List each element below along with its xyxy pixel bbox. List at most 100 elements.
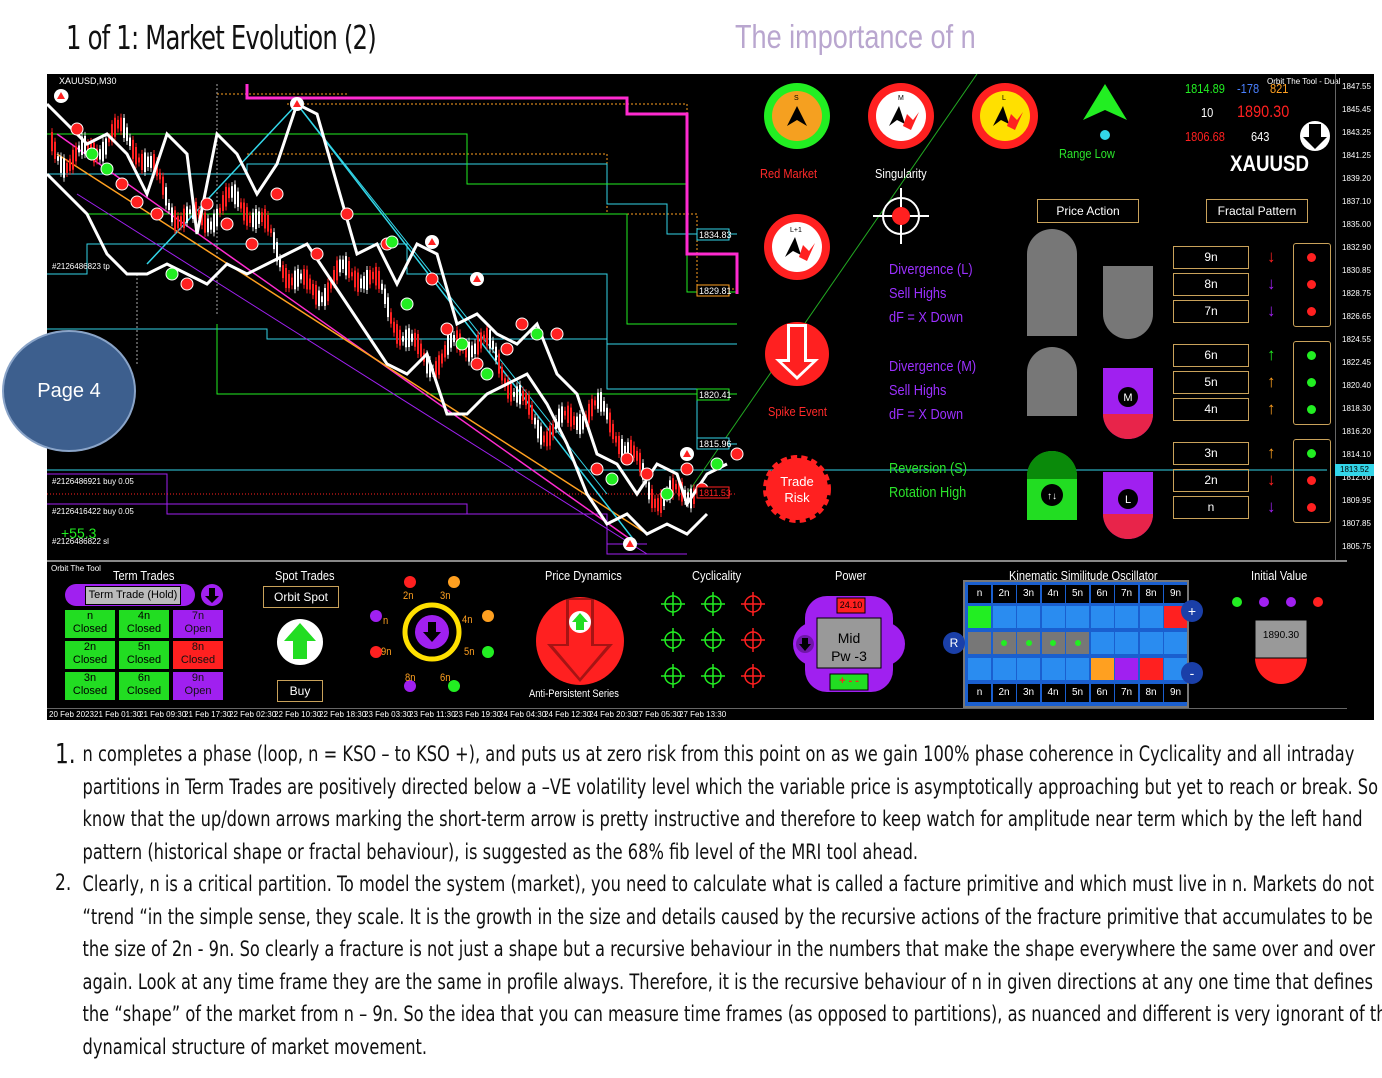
price-tick: 1814.10 — [1342, 450, 1371, 459]
price-tick: 1826.65 — [1342, 312, 1371, 321]
dial-label-2n: 2n — [403, 590, 414, 602]
price-tick: 1820.40 — [1342, 381, 1371, 390]
candle — [348, 260, 350, 278]
term-trade-status: Closed — [126, 623, 162, 635]
trading-platform-window[interactable]: 1834.83 1829.81 1820.41 1815.96 1811.53 … — [47, 74, 1374, 720]
price-scale[interactable]: 1847.55 1845.45 1843.25 1841.25 1839.20 1837.… — [1335, 74, 1374, 560]
candle — [183, 208, 185, 229]
term-trades-grid[interactable]: n Closed 4n Closed 7n Open 2n Closed 5n Closed 8n C… — [65, 610, 225, 700]
term-trade-cell[interactable]: 5n Closed — [119, 641, 169, 669]
price-tick: 1822.45 — [1342, 358, 1371, 367]
kso-cell[interactable] — [1164, 632, 1187, 654]
signal-marker — [680, 462, 694, 476]
candle — [378, 270, 380, 289]
price-dynamics-title: Price Dynamics — [545, 568, 622, 583]
price-action-button[interactable]: Price Action — [1037, 199, 1139, 223]
candle — [114, 117, 116, 137]
candle — [243, 202, 245, 221]
signal-marker — [515, 317, 529, 331]
time-tick: 24 Feb 12:30 — [544, 710, 592, 719]
signal-marker — [530, 327, 544, 341]
term-trade-cell[interactable]: 9n Open — [173, 672, 223, 700]
kso-cell[interactable] — [1090, 606, 1114, 628]
time-axis: 20 Feb 2023 21 Feb 01:30 21 Feb 09:30 21 Fe… — [47, 708, 1347, 720]
term-trade-down-icon[interactable] — [201, 584, 223, 606]
candle — [69, 158, 71, 171]
candle — [543, 435, 545, 443]
l-plus-1-circle-icon: L+1 — [764, 214, 830, 280]
kso-cell[interactable] — [968, 606, 991, 628]
term-trade-cell[interactable]: n Closed — [65, 610, 115, 638]
term-trade-status: Open — [184, 685, 212, 697]
spot-up-arrow-icon[interactable] — [275, 617, 325, 667]
signal-marker — [400, 297, 414, 311]
bottom-dashboard: Orbit The Tool Term Trades Term Trade (H… — [47, 560, 1347, 710]
kso-minus-button[interactable]: - — [1181, 662, 1203, 684]
trade-risk-gear-icon: Trade Risk — [763, 455, 831, 523]
candle — [120, 117, 122, 132]
kso-cell[interactable] — [1017, 632, 1040, 654]
candle — [411, 333, 413, 342]
kso-cell[interactable] — [1139, 606, 1163, 628]
term-trades-title: Term Trades — [113, 568, 175, 583]
partition-dial[interactable] — [362, 570, 502, 700]
kso-cell[interactable] — [1041, 606, 1065, 628]
term-trade-status: Closed — [126, 654, 162, 666]
kso-cell[interactable] — [968, 632, 991, 654]
term-trade-cell[interactable]: 7n Open — [173, 610, 223, 638]
order-label: #2126486921 buy 0.05 — [52, 477, 134, 486]
term-trade-mode-button[interactable]: Term Trade (Hold) — [85, 586, 181, 605]
candle — [165, 187, 167, 206]
kso-cell[interactable] — [1090, 658, 1114, 680]
candle — [534, 417, 536, 425]
page-badge[interactable]: Page 4 — [2, 330, 136, 452]
kso-cell[interactable] — [1115, 606, 1138, 628]
candle — [75, 146, 77, 162]
kso-cell[interactable] — [1017, 658, 1040, 680]
s-circle-icon: S — [764, 83, 830, 149]
candle — [315, 284, 317, 305]
candle — [603, 401, 605, 412]
term-trade-partition: n — [86, 610, 94, 622]
term-trade-mode-toggle[interactable]: Term Trade (Hold) — [65, 584, 195, 606]
fractal-pattern-button[interactable]: Fractal Pattern — [1206, 199, 1308, 223]
term-trade-cell[interactable]: 8n Closed — [173, 641, 223, 669]
kso-cell[interactable] — [1139, 658, 1163, 680]
term-trade-cell[interactable]: 4n Closed — [119, 610, 169, 638]
candle — [564, 410, 566, 416]
candle — [216, 208, 218, 227]
kso-cell[interactable] — [1115, 658, 1138, 680]
kso-plus-button[interactable]: + — [1181, 600, 1203, 622]
term-trade-cell[interactable]: 2n Closed — [65, 641, 115, 669]
kso-cell[interactable] — [992, 606, 1016, 628]
kso-cell[interactable] — [1139, 632, 1163, 654]
kso-cell[interactable] — [1041, 658, 1065, 680]
term-trade-cell[interactable]: 6n Closed — [119, 672, 169, 700]
svg-text:↑↓: ↑↓ — [1047, 491, 1057, 502]
kso-cell[interactable] — [1090, 632, 1114, 654]
orbit-spot-button[interactable]: Orbit Spot — [263, 586, 339, 608]
candle — [72, 149, 74, 170]
candle — [366, 269, 368, 290]
kso-grid[interactable]: n n 2n 2n 3n 3n 4n 4n 5n 5n 6n 6n 7n 7n 8n 8n 9n 9n — [963, 580, 1189, 708]
kso-cell[interactable] — [1041, 632, 1065, 654]
level-tag: 1829.81 — [699, 286, 732, 296]
price-tick: 1809.95 — [1342, 496, 1371, 505]
kso-cell[interactable] — [968, 658, 991, 680]
kso-cell[interactable] — [1115, 632, 1138, 654]
candle — [240, 202, 242, 209]
kso-cell[interactable] — [1066, 658, 1089, 680]
signal-marker — [100, 162, 114, 176]
candle — [408, 328, 410, 348]
kso-cell[interactable] — [992, 632, 1016, 654]
kso-cell[interactable] — [992, 658, 1016, 680]
buy-button[interactable]: Buy — [277, 680, 323, 702]
kso-r-button[interactable]: R — [943, 632, 965, 654]
kso-cell[interactable] — [1066, 632, 1089, 654]
kso-header-cell: 7n — [1115, 585, 1138, 603]
term-trade-partition: 4n — [137, 610, 151, 622]
kso-cell[interactable] — [1066, 606, 1089, 628]
kso-cell[interactable] — [1017, 606, 1040, 628]
arrow-up-icon: ↑ — [1267, 443, 1276, 462]
term-trade-cell[interactable]: 3n Closed — [65, 672, 115, 700]
